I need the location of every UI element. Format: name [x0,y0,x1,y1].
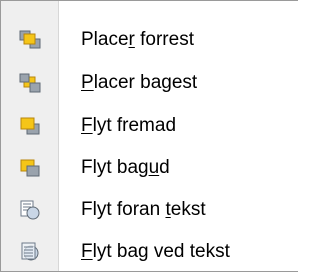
menu-item-bring-to-front[interactable]: Placer forrest [1,18,298,62]
menu-item-label: Placer bagest [81,72,198,93]
menu-item-bring-forward[interactable]: Flyt fremad [1,104,298,148]
menu-item-in-front-of-text[interactable]: Flyt foran tekst [1,188,298,232]
send-backward-icon [1,146,58,190]
menu-item-label: Flyt foran tekst [81,199,206,220]
menu-item-send-to-back[interactable]: Placer bagest [1,61,298,105]
behind-text-icon [1,230,58,274]
menu-item-label: Flyt bagud [81,157,170,178]
bring-to-front-icon [1,18,58,62]
menu-item-label: Flyt bag ved tekst [81,241,230,262]
bring-forward-icon [1,104,58,148]
arrange-context-menu: Placer forrest Placer bagest Flyt fremad [0,0,298,272]
menu-item-label: Placer forrest [81,29,194,50]
send-to-back-icon [1,61,58,105]
menu-item-behind-text[interactable]: Flyt bag ved tekst [1,230,298,274]
in-front-of-text-icon [1,188,58,232]
menu-item-label: Flyt fremad [81,115,177,136]
menu-item-send-backward[interactable]: Flyt bagud [1,146,298,190]
